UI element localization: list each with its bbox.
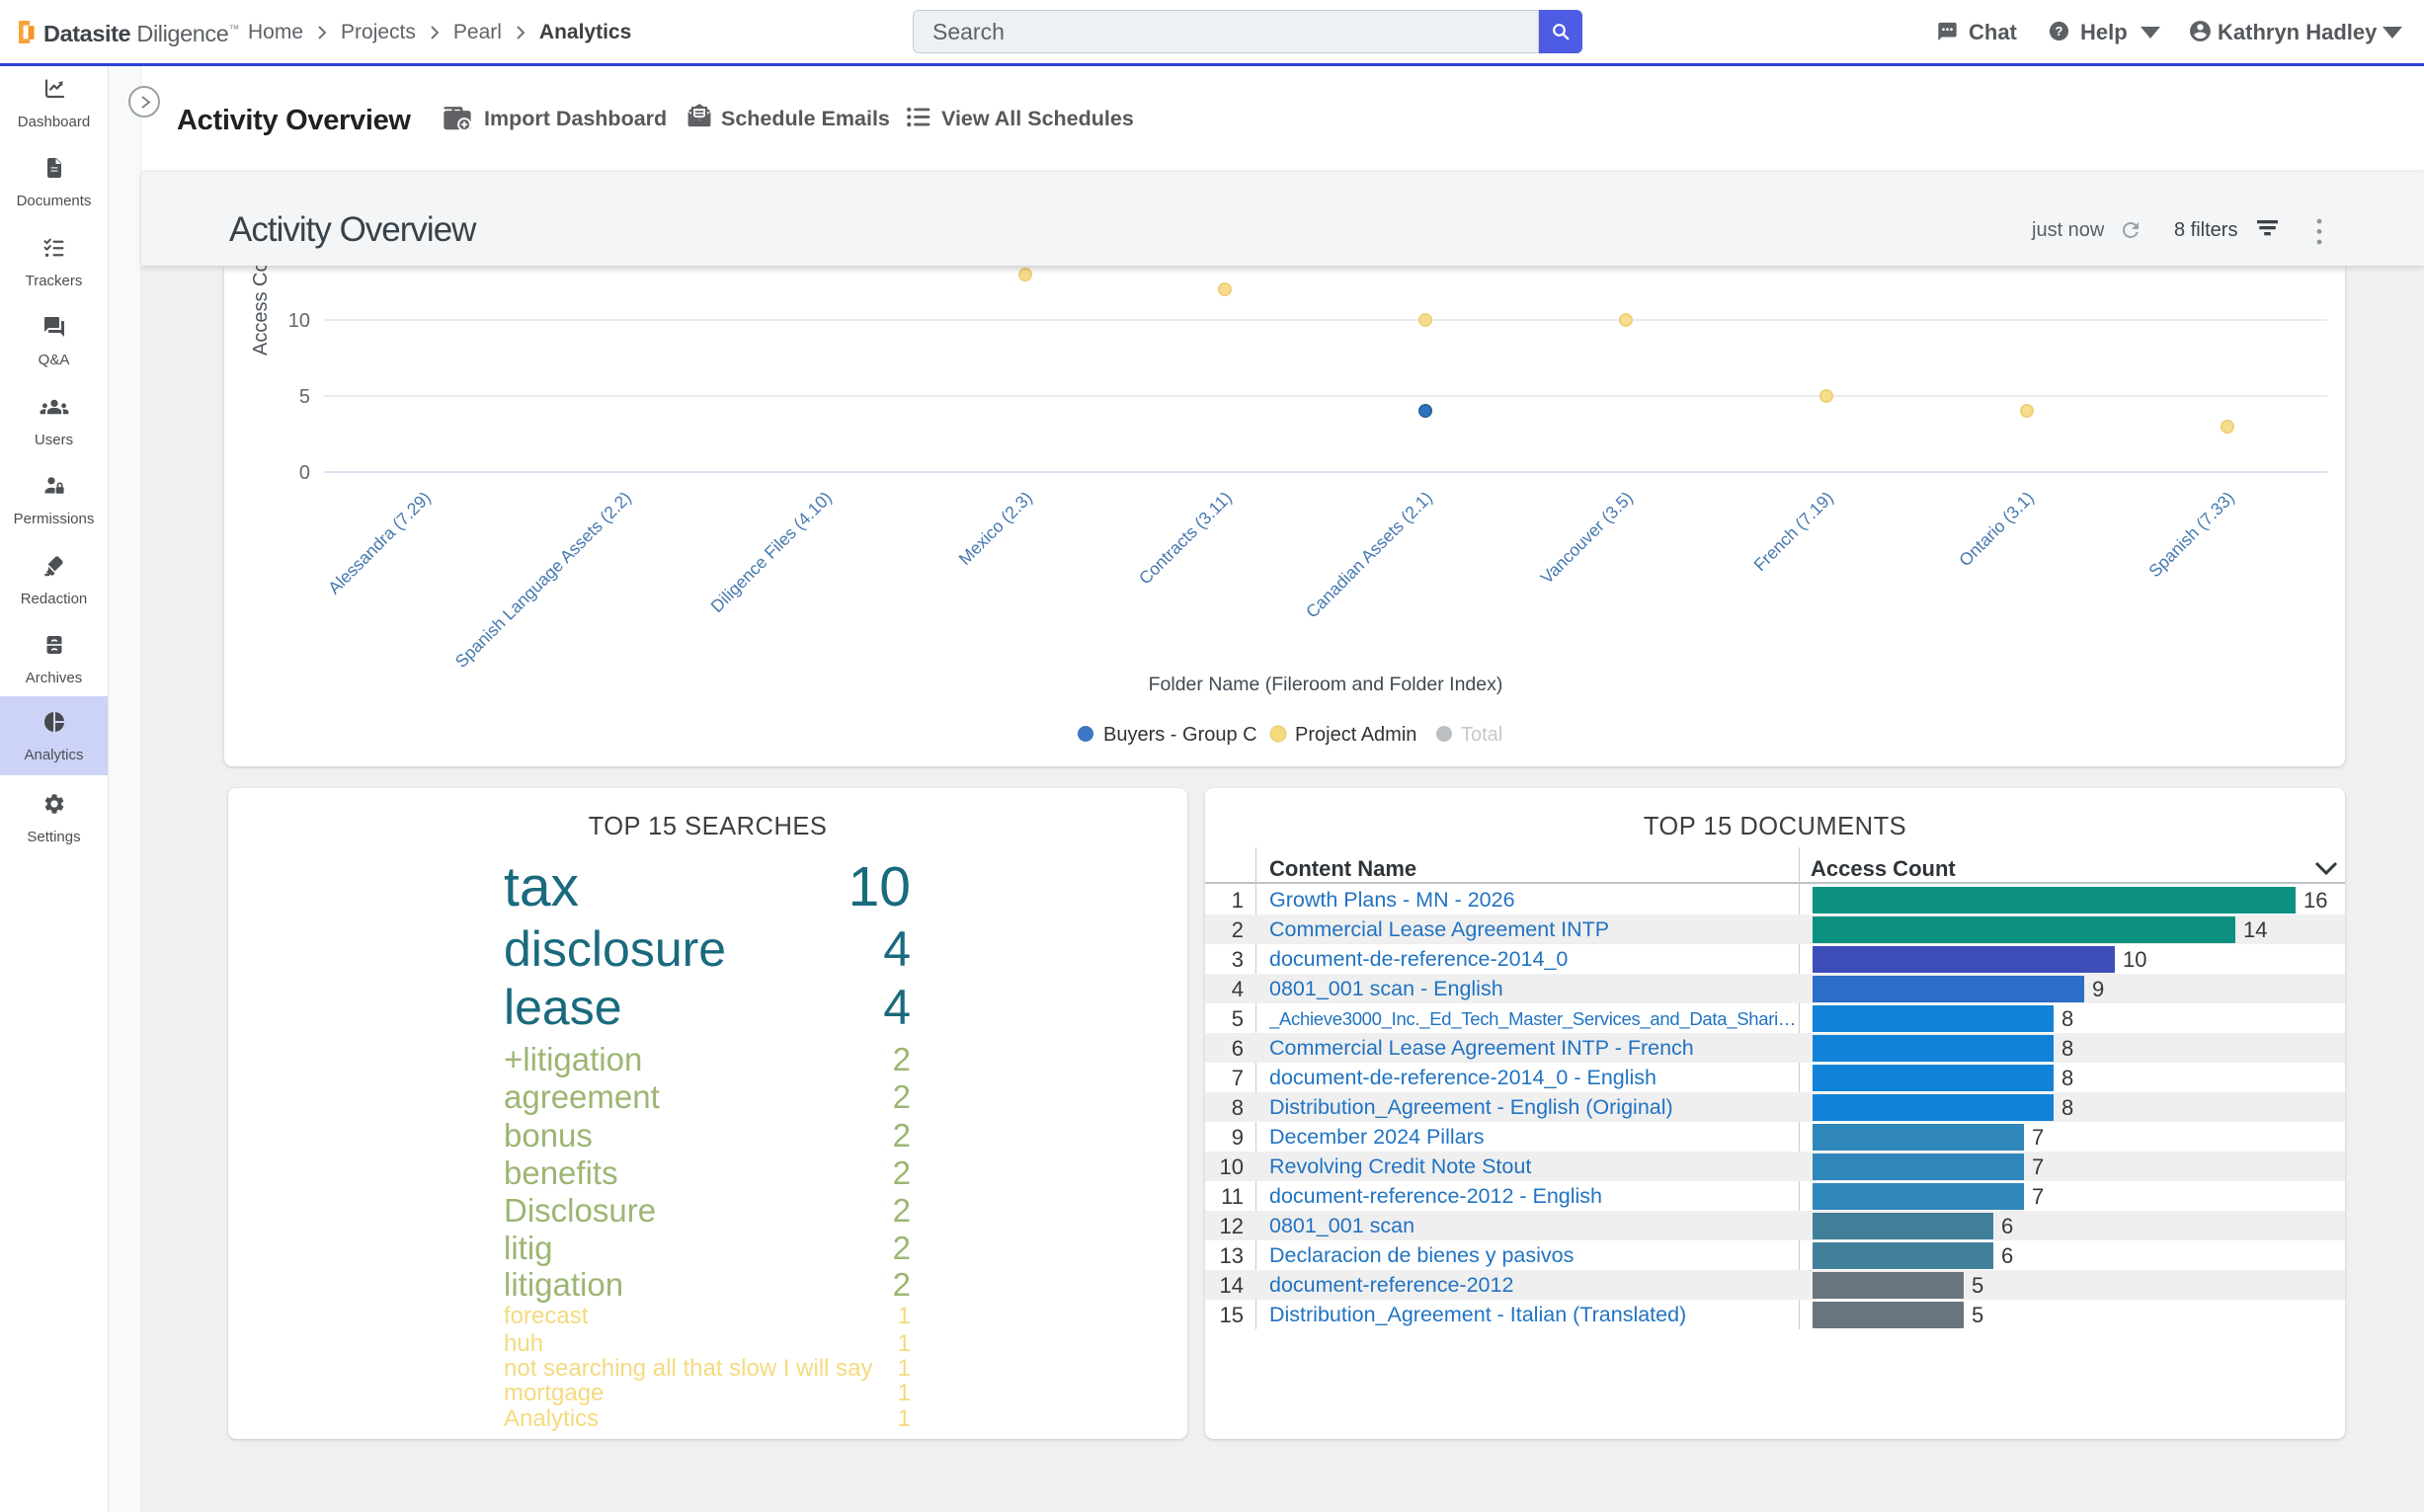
svg-text:Diligence Files (4.10): Diligence Files (4.10) bbox=[706, 488, 835, 616]
svg-text:Canadian Assets (2.1): Canadian Assets (2.1) bbox=[1302, 488, 1436, 622]
svg-text:?: ? bbox=[2056, 24, 2063, 39]
svg-text:5: 5 bbox=[299, 386, 310, 408]
svg-text:Contracts (3.11): Contracts (3.11) bbox=[1135, 488, 1236, 589]
svg-text:French (7.19): French (7.19) bbox=[1749, 488, 1836, 575]
svg-text:Project Admin: Project Admin bbox=[1295, 724, 1416, 746]
svg-text:10: 10 bbox=[288, 310, 310, 332]
svg-text:Buyers - Group C: Buyers - Group C bbox=[1103, 724, 1257, 746]
svg-text:Access Count: Access Count bbox=[250, 266, 272, 356]
svg-text:Spanish (7.33): Spanish (7.33) bbox=[2144, 488, 2238, 582]
svg-text:Folder Name (Fileroom and Fold: Folder Name (Fileroom and Folder Index) bbox=[1149, 674, 1503, 695]
svg-text:0: 0 bbox=[299, 462, 310, 484]
svg-text:Ontario (3.1): Ontario (3.1) bbox=[1955, 488, 2038, 571]
svg-text:Spanish Language Assets (2.2): Spanish Language Assets (2.2) bbox=[451, 488, 635, 672]
svg-text:Mexico (2.3): Mexico (2.3) bbox=[955, 488, 1036, 569]
svg-text:Alessandra (7.29): Alessandra (7.29) bbox=[324, 488, 435, 598]
svg-text:Total: Total bbox=[1461, 724, 1502, 746]
svg-text:Vancouver (3.5): Vancouver (3.5) bbox=[1537, 488, 1637, 588]
